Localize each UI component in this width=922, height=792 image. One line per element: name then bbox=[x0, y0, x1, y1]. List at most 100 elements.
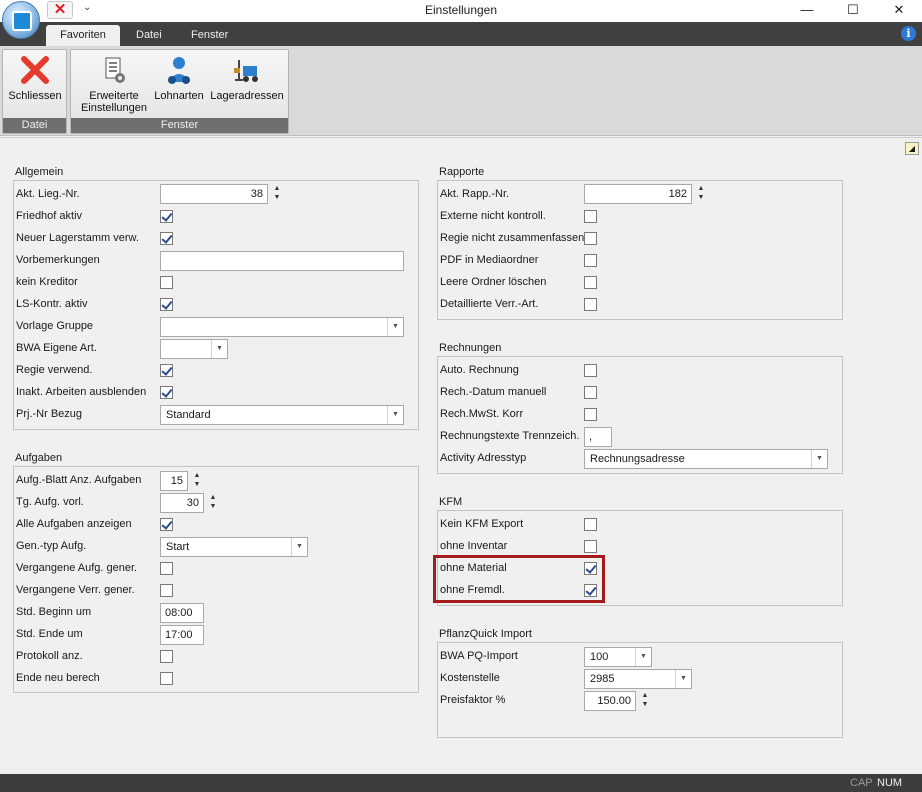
std-ende-input[interactable]: 17:00 bbox=[160, 625, 204, 645]
label-vergangene-verr: Vergangene Verr. gener. bbox=[16, 584, 135, 596]
spin-down-icon[interactable]: ▼ bbox=[698, 194, 705, 201]
akt-lieg-nr-spinner[interactable]: ▲ ▼ bbox=[270, 184, 284, 204]
close-button[interactable]: ✕ bbox=[876, 0, 922, 22]
rechnungstexte-trennzeich-input[interactable]: , bbox=[584, 427, 612, 447]
preisfaktor-spinner[interactable]: ▲ ▼ bbox=[638, 691, 652, 711]
erweiterte-einstellungen-button[interactable]: Erweiterte Einstellungen bbox=[74, 54, 154, 114]
label-rech-mwst-korr: Rech.MwSt. Korr bbox=[440, 408, 524, 420]
rech-mwst-korr-checkbox[interactable] bbox=[584, 408, 597, 421]
chevron-down-icon[interactable]: ▼ bbox=[635, 648, 651, 666]
chevron-down-icon[interactable]: ▼ bbox=[811, 450, 827, 468]
akt-rapp-nr-input[interactable]: 182 bbox=[584, 184, 692, 204]
erweiterte-label-line2: Einstellungen bbox=[80, 102, 148, 114]
label-pdf-in-mediaordner: PDF in Mediaordner bbox=[440, 254, 539, 266]
chevron-down-icon[interactable]: ▼ bbox=[387, 318, 403, 336]
ls-kontr-aktiv-checkbox[interactable] bbox=[160, 298, 173, 311]
section-title-kfm: KFM bbox=[439, 496, 463, 508]
spin-up-icon[interactable]: ▲ bbox=[210, 494, 217, 501]
panel-resize-icon[interactable]: ◢ bbox=[905, 142, 919, 155]
caps-lock-indicator: CAP bbox=[850, 777, 873, 789]
tab-fenster[interactable]: Fenster bbox=[181, 25, 238, 46]
neuer-lagerstamm-checkbox[interactable] bbox=[160, 232, 173, 245]
label-detaillierte-verr-art: Detaillierte Verr.-Art. bbox=[440, 298, 539, 310]
num-lock-indicator: NUM bbox=[877, 777, 903, 789]
spin-down-icon[interactable]: ▼ bbox=[210, 503, 217, 510]
spin-down-icon[interactable]: ▼ bbox=[642, 701, 649, 708]
spin-up-icon[interactable]: ▲ bbox=[642, 692, 649, 699]
info-icon[interactable]: i bbox=[901, 26, 916, 41]
prj-nr-bezug-combo[interactable]: Standard ▼ bbox=[160, 405, 404, 425]
chevron-down-icon[interactable]: ▼ bbox=[675, 670, 691, 688]
ribbon-group-label-datei: Datei bbox=[3, 118, 66, 133]
externe-nicht-kontroll-checkbox[interactable] bbox=[584, 210, 597, 223]
kein-kreditor-checkbox[interactable] bbox=[160, 276, 173, 289]
tab-favoriten[interactable]: Favoriten bbox=[46, 25, 120, 46]
label-kostenstelle: Kostenstelle bbox=[440, 672, 500, 684]
protokoll-anz-checkbox[interactable] bbox=[160, 650, 173, 663]
kein-kfm-export-checkbox[interactable] bbox=[584, 518, 597, 531]
label-inakt-arbeiten: Inakt. Arbeiten ausblenden bbox=[16, 386, 147, 398]
regie-verwend-checkbox[interactable] bbox=[160, 364, 173, 377]
regie-nicht-zusammenfassen-checkbox[interactable] bbox=[584, 232, 597, 245]
std-beginn-input[interactable]: 08:00 bbox=[160, 603, 204, 623]
application-menu-button[interactable] bbox=[2, 1, 40, 39]
lohnarten-label: Lohnarten bbox=[154, 90, 204, 102]
tab-datei[interactable]: Datei bbox=[126, 25, 172, 46]
vorlage-gruppe-combo[interactable]: ▼ bbox=[160, 317, 404, 337]
chevron-down-icon[interactable]: ▼ bbox=[291, 538, 307, 556]
ende-neu-berech-checkbox[interactable] bbox=[160, 672, 173, 685]
gen-typ-aufg-combo[interactable]: Start ▼ bbox=[160, 537, 308, 557]
label-std-beginn: Std. Beginn um bbox=[16, 606, 92, 618]
vergangene-aufg-checkbox[interactable] bbox=[160, 562, 173, 575]
auto-rechnung-checkbox[interactable] bbox=[584, 364, 597, 377]
aufg-blatt-spinner[interactable]: ▲ ▼ bbox=[190, 471, 204, 491]
akt-lieg-nr-input[interactable]: 38 bbox=[160, 184, 268, 204]
ribbon: Schliessen Datei Erweiterte Einstellunge… bbox=[0, 46, 922, 136]
section-title-pflanzquick: PflanzQuick Import bbox=[439, 628, 532, 640]
bwa-pq-import-combo[interactable]: 100 ▼ bbox=[584, 647, 652, 667]
tg-aufg-vorl-input[interactable]: 30 bbox=[160, 493, 204, 513]
spin-up-icon[interactable]: ▲ bbox=[698, 185, 705, 192]
label-bwa-pq-import: BWA PQ-Import bbox=[440, 650, 518, 662]
prj-nr-bezug-value: Standard bbox=[166, 409, 211, 421]
alle-aufgaben-checkbox[interactable] bbox=[160, 518, 173, 531]
leere-ordner-checkbox[interactable] bbox=[584, 276, 597, 289]
ohne-inventar-checkbox[interactable] bbox=[584, 540, 597, 553]
inakt-arbeiten-checkbox[interactable] bbox=[160, 386, 173, 399]
vergangene-verr-checkbox[interactable] bbox=[160, 584, 173, 597]
pdf-in-mediaordner-checkbox[interactable] bbox=[584, 254, 597, 267]
lageradressen-button[interactable]: Lageradressen bbox=[208, 54, 286, 102]
label-ohne-inventar: ohne Inventar bbox=[440, 540, 508, 552]
label-akt-rapp-nr: Akt. Rapp.-Nr. bbox=[440, 188, 510, 200]
lohnarten-button[interactable]: Lohnarten bbox=[151, 54, 207, 102]
maximize-button[interactable]: ☐ bbox=[830, 0, 876, 22]
tg-aufg-vorl-spinner[interactable]: ▲ ▼ bbox=[206, 493, 220, 513]
spin-up-icon[interactable]: ▲ bbox=[274, 185, 281, 192]
erweiterte-label-line1: Erweiterte bbox=[89, 90, 139, 102]
schliessen-label: Schliessen bbox=[8, 90, 62, 102]
label-gen-typ-aufg: Gen.-typ Aufg. bbox=[16, 540, 87, 552]
friedhof-aktiv-checkbox[interactable] bbox=[160, 210, 173, 223]
spin-down-icon[interactable]: ▼ bbox=[194, 481, 201, 488]
spin-down-icon[interactable]: ▼ bbox=[274, 194, 281, 201]
bwa-eigene-art-combo[interactable]: ▼ bbox=[160, 339, 228, 359]
minimize-button[interactable]: — bbox=[784, 0, 830, 22]
akt-rapp-nr-spinner[interactable]: ▲ ▼ bbox=[694, 184, 708, 204]
schliessen-button[interactable]: Schliessen bbox=[6, 54, 64, 102]
preisfaktor-input[interactable]: 150.00 bbox=[584, 691, 636, 711]
rech-datum-manuell-checkbox[interactable] bbox=[584, 386, 597, 399]
label-kein-kreditor: kein Kreditor bbox=[16, 276, 78, 288]
aufg-blatt-input[interactable]: 15 bbox=[160, 471, 188, 491]
chevron-down-icon[interactable]: ▼ bbox=[211, 340, 227, 358]
section-title-rechnungen: Rechnungen bbox=[439, 342, 502, 354]
kostenstelle-combo[interactable]: 2985 ▼ bbox=[584, 669, 692, 689]
label-akt-lieg-nr: Akt. Lieg.-Nr. bbox=[16, 188, 80, 200]
vorbemerkungen-input[interactable] bbox=[160, 251, 404, 271]
label-auto-rechnung: Auto. Rechnung bbox=[440, 364, 519, 376]
activity-adresstyp-combo[interactable]: Rechnungsadresse ▼ bbox=[584, 449, 828, 469]
chevron-down-icon[interactable]: ▼ bbox=[387, 406, 403, 424]
detaillierte-verr-art-checkbox[interactable] bbox=[584, 298, 597, 311]
kostenstelle-value: 2985 bbox=[590, 673, 615, 685]
spin-up-icon[interactable]: ▲ bbox=[194, 472, 201, 479]
ribbon-group-datei: Schliessen Datei bbox=[2, 49, 67, 134]
